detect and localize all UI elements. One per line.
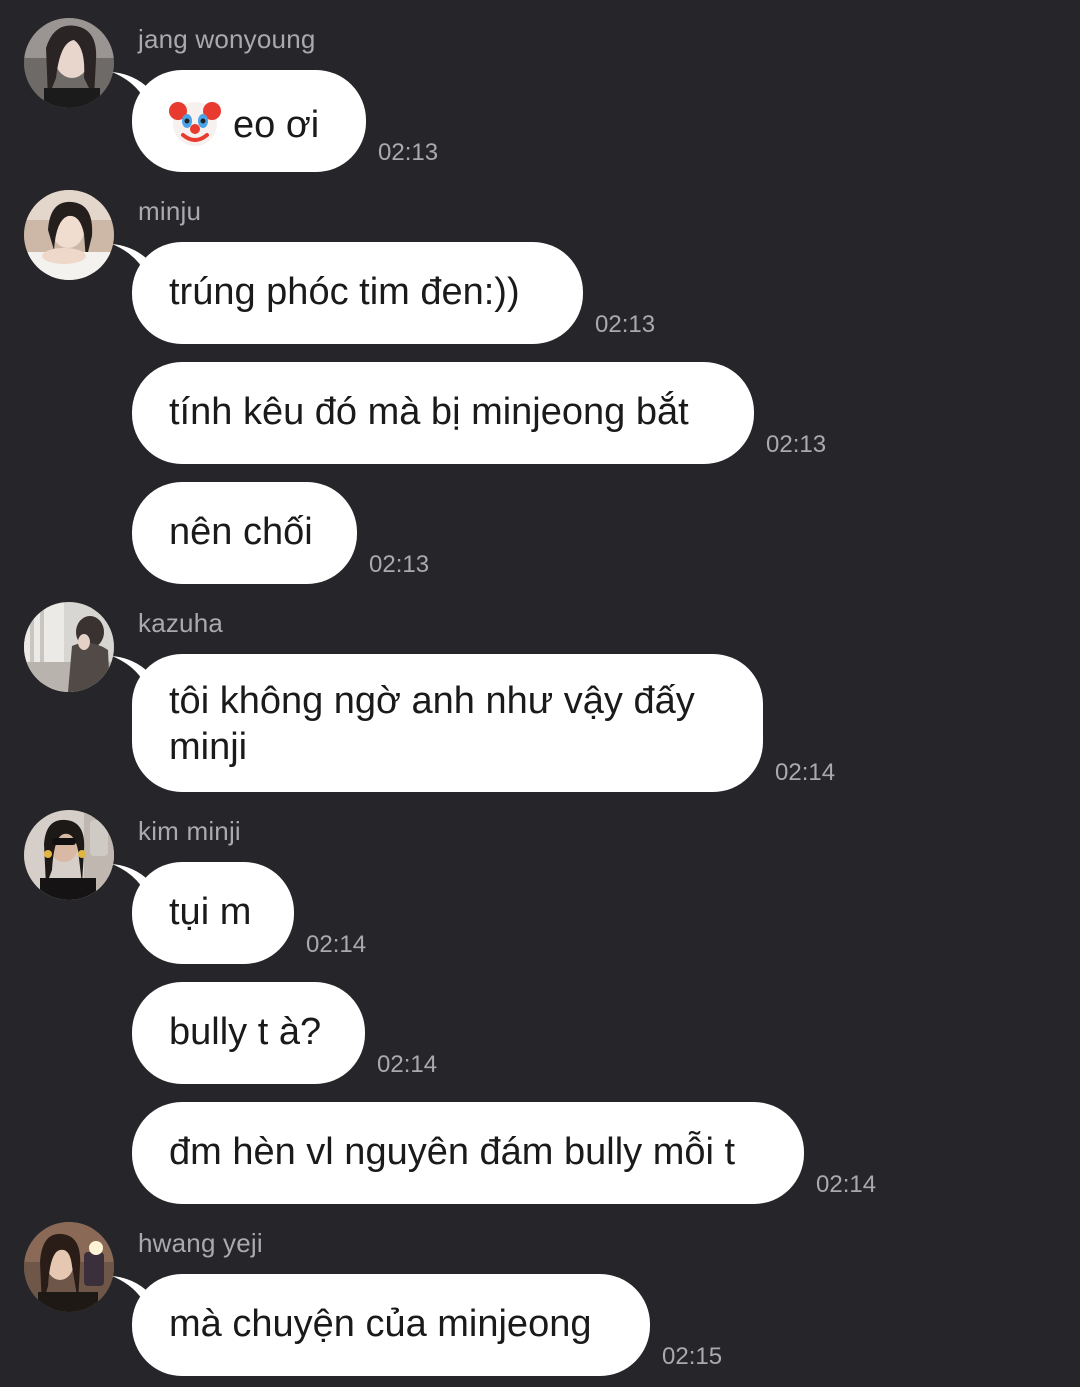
message-bubble[interactable]: trúng phóc tim đen:)) [132, 242, 583, 344]
sender-name: hwang yeji [138, 1228, 263, 1258]
message-text: tính kêu đó mà bị minjeong bắt [169, 391, 689, 433]
message-bubble[interactable]: tụi m [132, 862, 294, 964]
message-bubble[interactable]: nên chối [132, 482, 357, 584]
message-bubble[interactable]: tính kêu đó mà bị minjeong bắt [132, 362, 754, 464]
message-text: tụi m [169, 891, 252, 933]
sender-name: kim minji [138, 816, 241, 846]
message-timestamp: 02:14 [306, 931, 367, 958]
avatar-kim-minji[interactable] [24, 810, 114, 900]
message-text-line: minji [169, 726, 248, 768]
message-timestamp: 02:14 [775, 759, 836, 786]
message-timestamp: 02:14 [816, 1171, 877, 1198]
message-bubble[interactable]: tôi không ngờ anh như vậy đấy minji [132, 654, 763, 792]
message-timestamp: 02:13 [766, 431, 827, 458]
message-bubble[interactable]: eo ơi [132, 70, 366, 172]
avatar-minju[interactable] [24, 190, 114, 280]
sender-name: minju [138, 196, 202, 226]
chat-thread: jang wonyoung eo ơi 02:13 minju trúng ph… [0, 0, 1080, 1387]
sender-name: kazuha [138, 608, 224, 638]
message-bubble[interactable]: đm hèn vl nguyên đám bully mỗi t [132, 1102, 804, 1204]
message-timestamp: 02:14 [377, 1051, 438, 1078]
message-timestamp: 02:15 [662, 1343, 723, 1370]
message-timestamp: 02:13 [378, 139, 439, 166]
avatar-kazuha[interactable] [24, 602, 114, 692]
message-text: eo ơi [233, 104, 320, 146]
message-bubble[interactable]: mà chuyện của minjeong [132, 1274, 650, 1376]
message-bubble[interactable]: bully t à? [132, 982, 365, 1084]
message-text-line: tôi không ngờ anh như vậy đấy [169, 680, 695, 722]
sender-name: jang wonyoung [138, 24, 316, 54]
avatar-hwang-yeji[interactable] [24, 1222, 114, 1312]
clown-face-icon [169, 97, 221, 149]
message-timestamp: 02:13 [595, 311, 656, 338]
message-text: nên chối [169, 511, 313, 553]
message-text: đm hèn vl nguyên đám bully mỗi t [169, 1131, 736, 1173]
message-timestamp: 02:13 [369, 551, 430, 578]
message-text: trúng phóc tim đen:)) [169, 271, 520, 313]
message-text: mà chuyện của minjeong [169, 1303, 592, 1345]
avatar-jang-wonyoung[interactable] [24, 18, 114, 108]
message-text: bully t à? [169, 1011, 322, 1053]
